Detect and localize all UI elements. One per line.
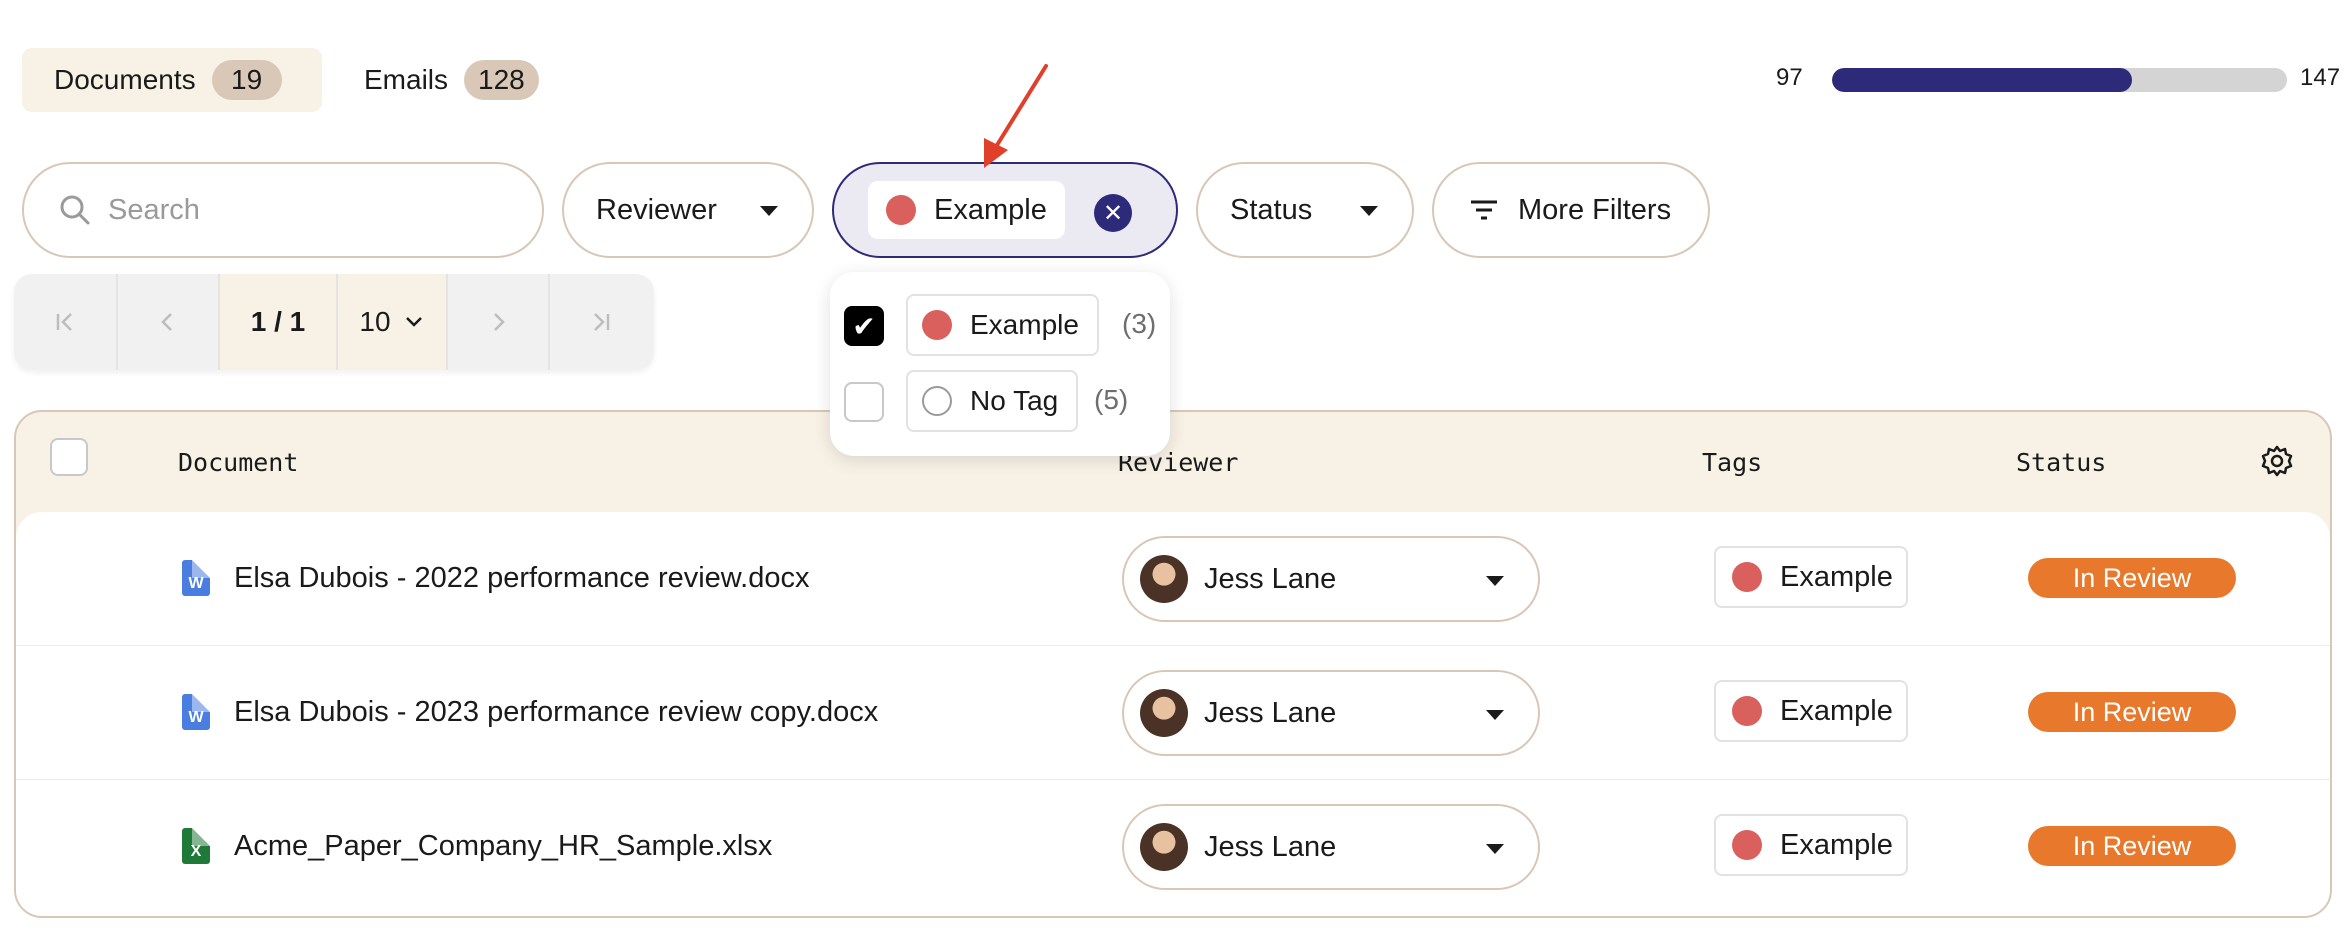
caret-down-icon [1486,576,1504,586]
avatar [1140,823,1188,871]
first-page-icon [56,313,72,331]
tag-option-example[interactable]: ✔ Example (3) [830,292,1170,356]
tag-label: Example [1780,828,1893,861]
emails-count-badge: 128 [464,60,539,100]
tag-chip[interactable]: Example [1714,680,1908,742]
tag-option-label: Example [970,309,1079,340]
caret-down-icon [760,206,778,216]
word-doc-icon: W [182,694,210,730]
tag-color-dot-icon [1732,696,1762,726]
reviewer-name: Jess Lane [1204,562,1337,595]
progress-max-label: 147 [2300,64,2341,91]
page-indicator: 1 / 1 [220,274,338,370]
checkbox-checked-icon[interactable]: ✔ [844,306,884,346]
clear-filter-icon[interactable]: ✕ [1094,194,1132,232]
reviewer-select[interactable]: Jess Lane [1122,536,1540,622]
tag-filter-dropdown: ✔ Example (3) No Tag (5) [830,272,1170,456]
document-name[interactable]: Elsa Dubois - 2022 performance review.do… [234,562,809,595]
search-icon [60,195,90,225]
chevron-left-icon [161,313,172,331]
tab-emails[interactable]: Emails 128 [340,48,570,112]
status-badge: In Review [2028,558,2236,598]
last-page-button[interactable] [550,274,652,370]
prev-page-button[interactable] [118,274,220,370]
reviewer-name: Jess Lane [1204,696,1337,729]
progress-min-label: 97 [1776,64,1803,91]
tag-option-no-tag[interactable]: No Tag (5) [830,368,1170,432]
tag-color-dot-icon [922,310,952,340]
excel-sheet-icon: X [182,828,210,864]
avatar [1140,689,1188,737]
table-row[interactable]: W Elsa Dubois - 2023 performance review … [16,646,2330,780]
reviewer-select[interactable]: Jess Lane [1122,804,1540,890]
status-filter-button[interactable]: Status [1196,162,1414,258]
reviewer-name: Jess Lane [1204,830,1337,863]
table-row[interactable]: X Acme_Paper_Company_HR_Sample.xlsx Jess… [16,780,2330,914]
search-input[interactable]: Search [22,162,544,258]
status-filter-label: Status [1230,193,1313,226]
status-badge: In Review [2028,826,2236,866]
document-name[interactable]: Acme_Paper_Company_HR_Sample.xlsx [234,830,772,863]
select-all-checkbox[interactable] [50,438,88,476]
filter-lines-icon [1471,200,1497,220]
progress-bar [1832,68,2287,92]
tag-chip[interactable]: Example [1714,814,1908,876]
chevron-down-icon [405,317,422,327]
tag-color-dot-icon [886,195,916,225]
tag-filter-chip: Example [868,181,1065,239]
tag-label: Example [1780,560,1893,593]
column-header-status: Status [2016,448,2107,477]
document-name[interactable]: Elsa Dubois - 2023 performance review co… [234,696,878,729]
empty-tag-dot-icon [922,386,952,416]
caret-down-icon [1486,710,1504,720]
column-header-tags: Tags [1702,448,1763,477]
more-filters-button[interactable]: More Filters [1432,162,1710,258]
caret-down-icon [1486,844,1504,854]
tag-label: Example [1780,694,1893,727]
tag-option-label: No Tag [970,385,1059,416]
table-header: Document Reviewer Tags Status [16,412,2330,512]
more-filters-label: More Filters [1518,193,1672,226]
reviewer-filter-button[interactable]: Reviewer [562,162,814,258]
documents-table: Document Reviewer Tags Status W Elsa Dub… [14,410,2332,918]
reviewer-filter-label: Reviewer [596,193,717,226]
tag-filter-label: Example [934,193,1047,226]
documents-count-badge: 19 [211,60,282,100]
tag-color-dot-icon [1732,830,1762,860]
caret-down-icon [1360,206,1378,216]
gear-icon[interactable] [2260,444,2294,478]
tag-color-dot-icon [1732,562,1762,592]
pagination: 1 / 1 10 [14,274,654,370]
last-page-icon [594,313,610,331]
chevron-right-icon [494,313,505,331]
checkbox[interactable] [844,382,884,422]
next-page-button[interactable] [448,274,550,370]
status-badge: In Review [2028,692,2236,732]
table-row[interactable]: W Elsa Dubois - 2022 performance review.… [16,512,2330,646]
reviewer-select[interactable]: Jess Lane [1122,670,1540,756]
progress-bar-fill [1832,68,2133,92]
tag-chip[interactable]: Example [1714,546,1908,608]
page-size-select[interactable]: 10 [338,274,448,370]
tag-option-chip: Example [906,294,1099,356]
avatar [1140,555,1188,603]
search-placeholder: Search [108,193,200,226]
tag-filter-button[interactable]: Example ✕ [832,162,1178,258]
word-doc-icon: W [182,560,210,596]
tab-documents-label: Documents [54,64,196,95]
tag-option-count: (5) [1094,384,1129,415]
tag-option-chip: No Tag [906,370,1079,432]
column-header-document: Document [178,448,299,477]
tab-emails-label: Emails [364,64,449,95]
first-page-button[interactable] [14,274,118,370]
tab-documents[interactable]: Documents 19 [22,48,322,112]
table-body: W Elsa Dubois - 2022 performance review.… [16,512,2330,916]
page-size-value: 10 [359,306,391,337]
tag-option-count: (3) [1122,308,1157,339]
